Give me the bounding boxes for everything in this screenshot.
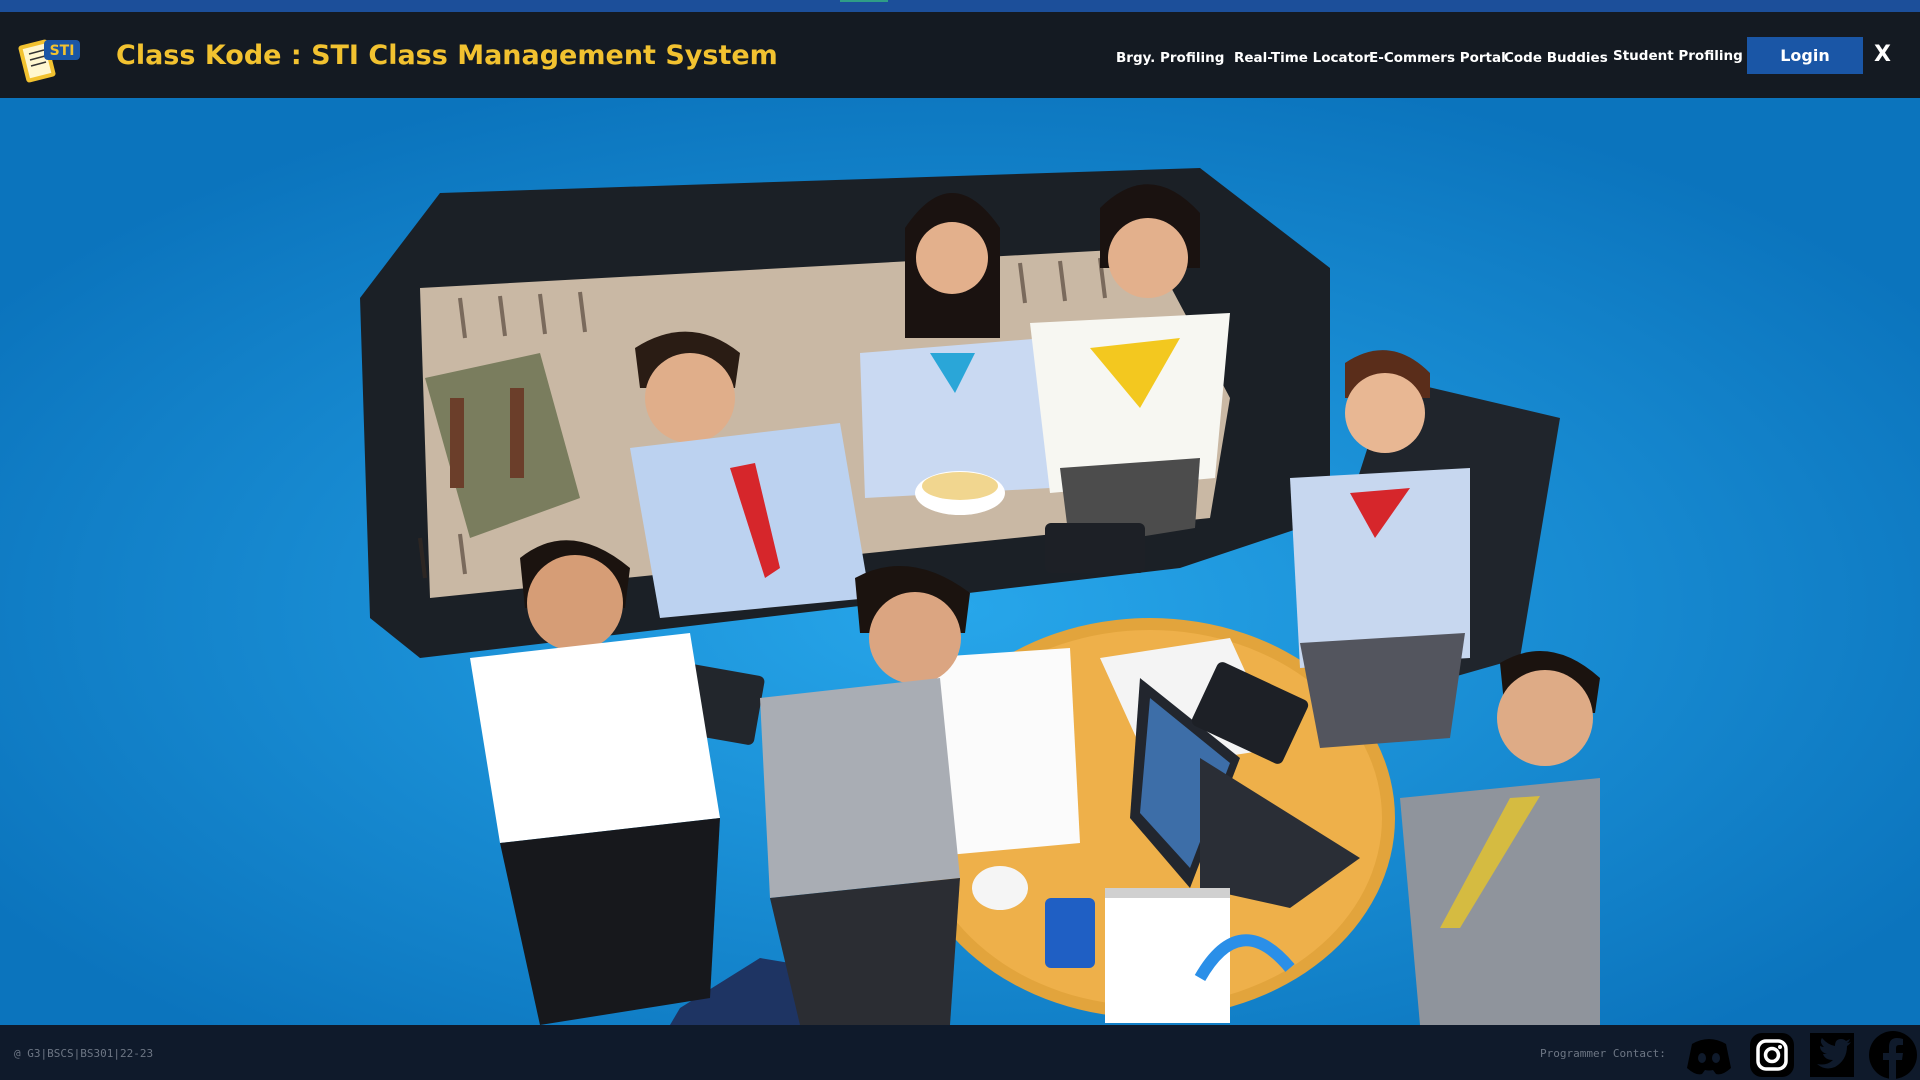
- nav-real-time-locator[interactable]: Real-Time Locator: [1234, 50, 1370, 66]
- copyright-text: @ G3|BSCS|BS301|22-23: [14, 1047, 154, 1060]
- login-button[interactable]: Login: [1747, 37, 1863, 74]
- close-button[interactable]: X: [1874, 42, 1891, 67]
- sti-logo-icon[interactable]: STI: [18, 32, 84, 84]
- nav-student-profiling[interactable]: Student Profiling: [1613, 48, 1743, 64]
- instagram-icon[interactable]: [1747, 1030, 1797, 1080]
- twitter-icon[interactable]: [1807, 1030, 1857, 1080]
- logo-text: STI: [50, 43, 75, 59]
- nav-brgy-profiling[interactable]: Brgy. Profiling: [1116, 50, 1224, 66]
- nav-code-buddies[interactable]: Code Buddies: [1504, 50, 1608, 66]
- footer: @ G3|BSCS|BS301|22-23 Programmer Contact…: [0, 1025, 1920, 1080]
- top-accent-strip: [0, 0, 1920, 12]
- students-group-photo-icon: [0, 98, 1920, 1025]
- nav-e-commers-portal[interactable]: E-Commers Portal: [1369, 50, 1506, 66]
- app-title: Class Kode : STI Class Management System: [116, 40, 778, 71]
- discord-icon[interactable]: [1684, 1030, 1734, 1080]
- hero-image: [0, 98, 1920, 1025]
- navbar: STI Class Kode : STI Class Management Sy…: [0, 12, 1920, 98]
- programmer-contact-label: Programmer Contact:: [1540, 1047, 1666, 1060]
- facebook-icon[interactable]: [1866, 1030, 1920, 1080]
